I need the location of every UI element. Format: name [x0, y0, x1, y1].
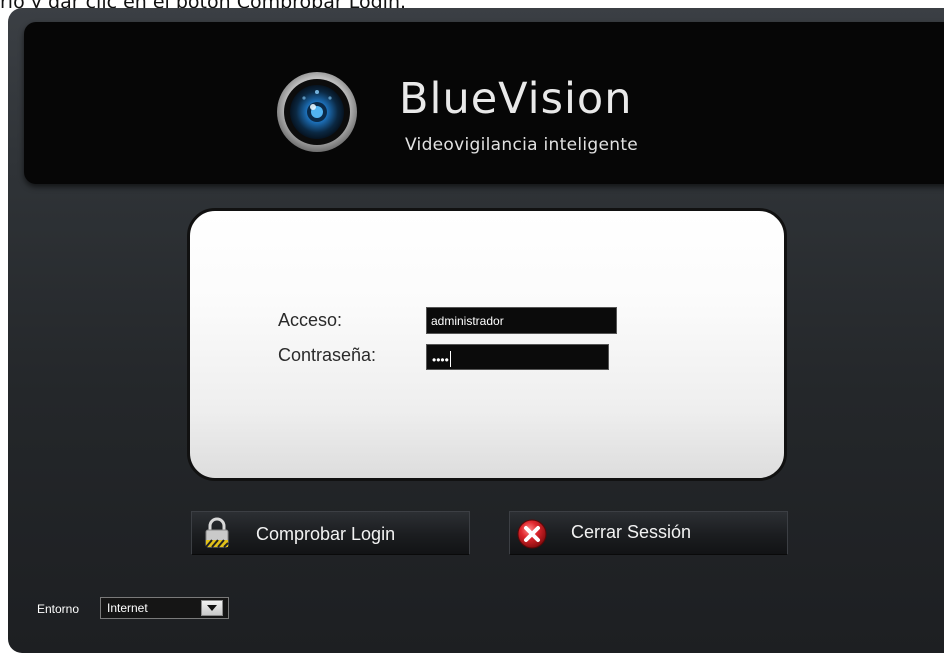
- check-login-button[interactable]: Comprobar Login: [191, 511, 470, 555]
- chevron-down-icon[interactable]: [201, 600, 223, 616]
- username-input[interactable]: [426, 307, 617, 334]
- check-login-label: Comprobar Login: [256, 524, 396, 544]
- environment-select-value: Internet: [107, 601, 148, 615]
- username-label: Acceso:: [278, 310, 343, 330]
- password-input[interactable]: ••••: [426, 344, 609, 370]
- padlock-icon: [205, 517, 229, 548]
- camera-lens-icon: [277, 72, 357, 152]
- brand-title: BlueVision: [399, 74, 633, 124]
- login-window: BlueVision Videovigilancia inteligente A…: [8, 8, 944, 653]
- environment-label: Entorno: [37, 602, 80, 616]
- text-caret: [449, 351, 451, 367]
- login-card: Acceso: Contraseña: ••••: [187, 208, 787, 481]
- red-x-icon: [517, 519, 547, 549]
- password-label: Contraseña:: [278, 345, 377, 365]
- close-session-button[interactable]: Cerrar Sessión: [509, 511, 788, 555]
- close-session-label: Cerrar Sessión: [571, 522, 692, 542]
- brand-subtitle: Videovigilancia inteligente: [405, 135, 639, 155]
- environment-select[interactable]: Internet: [100, 597, 229, 619]
- password-masked-value: ••••: [432, 351, 451, 367]
- brand-header: BlueVision Videovigilancia inteligente: [24, 22, 944, 184]
